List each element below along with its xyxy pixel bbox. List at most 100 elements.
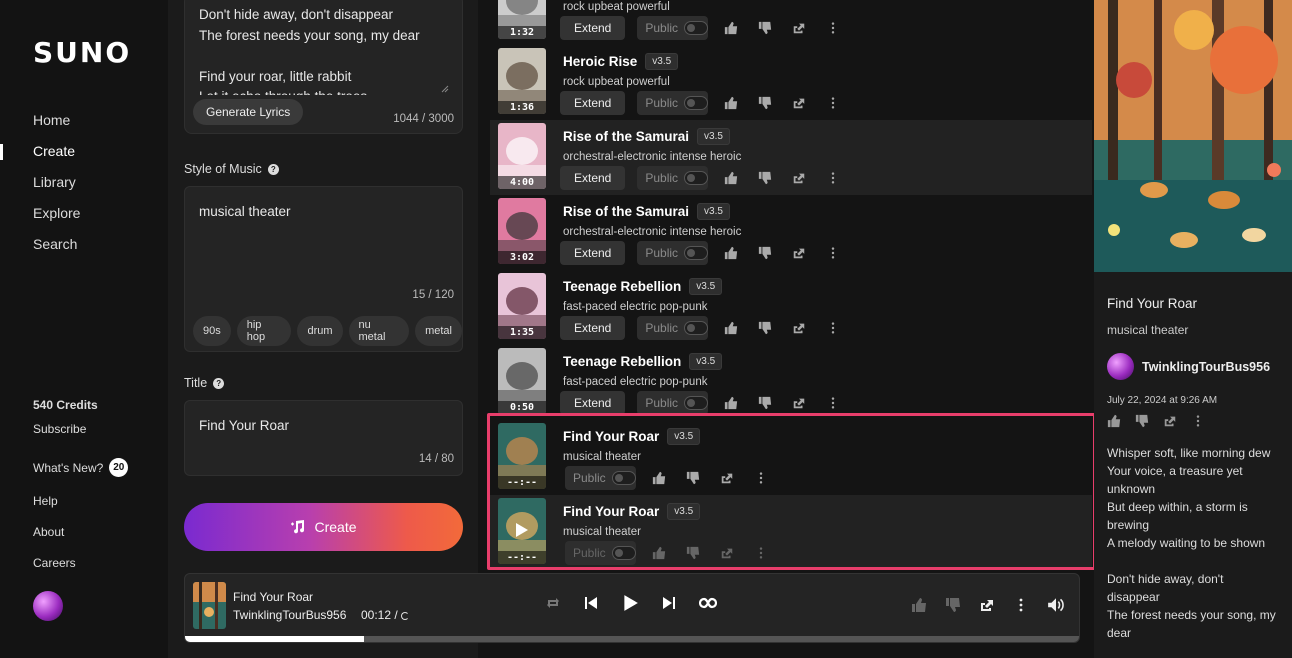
whats-new-link[interactable]: What's New? 20 xyxy=(33,458,129,477)
extend-button[interactable]: Extend xyxy=(560,316,626,340)
extend-button[interactable]: Extend xyxy=(560,91,626,115)
share-icon[interactable] xyxy=(716,542,738,564)
extend-button[interactable]: Extend xyxy=(560,391,626,415)
thumbs-down-icon[interactable] xyxy=(754,392,776,414)
song-row[interactable]: 3:02 Rise of the Samurai v3.5 orchestral-… xyxy=(490,195,1092,270)
song-thumbnail[interactable]: 3:02 xyxy=(498,198,546,264)
song-row[interactable]: 1:32 rock upbeat powerful Extend Public xyxy=(490,0,1092,45)
thumbs-down-icon[interactable] xyxy=(682,467,704,489)
share-icon[interactable] xyxy=(979,597,995,613)
extend-button[interactable]: Extend xyxy=(560,241,626,265)
thumbs-up-icon[interactable] xyxy=(720,317,742,339)
song-thumbnail[interactable]: --:-- xyxy=(498,498,546,564)
song-thumbnail[interactable]: --:-- xyxy=(498,423,546,489)
nav-item-library[interactable]: Library xyxy=(33,174,80,205)
repeat-icon[interactable] xyxy=(545,595,561,611)
create-button[interactable]: Create xyxy=(184,503,463,551)
player-title[interactable]: Find Your Roar xyxy=(233,590,313,604)
public-toggle[interactable]: Public xyxy=(637,391,709,415)
public-toggle[interactable]: Public xyxy=(637,91,709,115)
thumbs-up-icon[interactable] xyxy=(720,392,742,414)
song-thumbnail[interactable]: 1:32 xyxy=(498,0,546,39)
nav-item-create[interactable]: Create xyxy=(33,143,80,174)
public-toggle[interactable]: Public xyxy=(565,466,636,490)
play-icon[interactable] xyxy=(621,594,639,612)
more-icon[interactable] xyxy=(822,392,844,414)
player-thumbnail[interactable] xyxy=(193,582,226,629)
help-icon[interactable]: ? xyxy=(267,163,279,175)
share-icon[interactable] xyxy=(788,167,810,189)
thumbs-up-icon[interactable] xyxy=(911,597,927,613)
toggle-switch[interactable] xyxy=(611,546,636,560)
previous-icon[interactable] xyxy=(583,595,599,611)
song-row[interactable]: 4:00 Rise of the Samurai v3.5 orchestral-… xyxy=(490,120,1092,195)
public-toggle[interactable]: Public xyxy=(637,241,709,265)
thumbs-down-icon[interactable] xyxy=(945,597,961,613)
song-title[interactable]: Rise of the Samurai v3.5 xyxy=(563,203,730,220)
user-avatar[interactable] xyxy=(33,591,63,621)
thumbs-down-icon[interactable] xyxy=(754,92,776,114)
song-thumbnail[interactable]: 0:50 xyxy=(498,348,546,414)
thumbs-up-icon[interactable] xyxy=(720,92,742,114)
help-link[interactable]: Help xyxy=(33,494,58,508)
share-icon[interactable] xyxy=(716,467,738,489)
more-icon[interactable] xyxy=(750,467,772,489)
song-thumbnail[interactable]: 1:35 xyxy=(498,273,546,339)
toggle-switch[interactable] xyxy=(684,171,709,185)
careers-link[interactable]: Careers xyxy=(33,556,76,570)
song-row[interactable]: 0:50 Teenage Rebellion v3.5 fast-paced el… xyxy=(490,345,1092,420)
play-icon[interactable] xyxy=(515,522,529,538)
song-thumbnail[interactable]: 4:00 xyxy=(498,123,546,189)
public-toggle[interactable]: Public xyxy=(637,16,709,40)
thumbs-down-icon[interactable] xyxy=(754,242,776,264)
thumbs-up-icon[interactable] xyxy=(720,17,742,39)
share-icon[interactable] xyxy=(788,242,810,264)
more-icon[interactable] xyxy=(822,317,844,339)
more-icon[interactable] xyxy=(822,92,844,114)
thumbs-up-icon[interactable] xyxy=(648,467,670,489)
toggle-switch[interactable] xyxy=(684,396,709,410)
lyrics-field[interactable]: Don't hide away, don't disappear The for… xyxy=(184,0,463,134)
song-title[interactable]: Rise of the Samurai v3.5 xyxy=(563,128,730,145)
resize-handle-icon[interactable] xyxy=(441,85,449,93)
share-icon[interactable] xyxy=(788,92,810,114)
song-title[interactable]: Teenage Rebellion v3.5 xyxy=(563,353,723,370)
thumbs-down-icon[interactable] xyxy=(1135,414,1149,428)
toggle-switch[interactable] xyxy=(684,96,709,110)
player-user[interactable]: TwinklingTourBus956 xyxy=(233,608,346,622)
thumbs-up-icon[interactable] xyxy=(720,167,742,189)
logo[interactable]: SUNO xyxy=(33,36,131,69)
thumbs-down-icon[interactable] xyxy=(682,542,704,564)
thumbs-down-icon[interactable] xyxy=(754,17,776,39)
loop-icon[interactable] xyxy=(699,597,717,609)
share-icon[interactable] xyxy=(788,317,810,339)
volume-icon[interactable] xyxy=(1047,596,1065,614)
song-title[interactable]: Find Your Roar v3.5 xyxy=(563,428,701,445)
detail-user[interactable]: TwinklingTourBus956 xyxy=(1107,353,1270,380)
thumbs-down-icon[interactable] xyxy=(754,317,776,339)
thumbs-up-icon[interactable] xyxy=(720,242,742,264)
style-chip[interactable]: nu metal xyxy=(348,316,410,346)
song-row[interactable]: --:-- Find Your Roar v3.5 musical theater… xyxy=(490,495,1092,570)
more-icon[interactable] xyxy=(822,17,844,39)
more-icon[interactable] xyxy=(822,242,844,264)
song-title[interactable]: Teenage Rebellion v3.5 xyxy=(563,278,723,295)
next-icon[interactable] xyxy=(661,595,677,611)
extend-button[interactable]: Extend xyxy=(560,16,626,40)
song-title[interactable]: Heroic Rise v3.5 xyxy=(563,53,679,70)
public-toggle[interactable]: Public xyxy=(565,541,636,565)
player-progress-bar[interactable] xyxy=(185,636,1079,642)
title-field[interactable]: Find Your Roar 14 / 80 xyxy=(184,400,463,476)
nav-item-home[interactable]: Home xyxy=(33,112,80,143)
more-icon[interactable] xyxy=(1013,597,1029,613)
thumbs-up-icon[interactable] xyxy=(1107,414,1121,428)
nav-item-explore[interactable]: Explore xyxy=(33,205,80,236)
share-icon[interactable] xyxy=(1163,414,1177,428)
more-icon[interactable] xyxy=(822,167,844,189)
extend-button[interactable]: Extend xyxy=(560,166,626,190)
thumbs-down-icon[interactable] xyxy=(754,167,776,189)
song-thumbnail[interactable]: 1:36 xyxy=(498,48,546,114)
about-link[interactable]: About xyxy=(33,525,64,539)
song-row[interactable]: 1:35 Teenage Rebellion v3.5 fast-paced el… xyxy=(490,270,1092,345)
generate-lyrics-button[interactable]: Generate Lyrics xyxy=(193,99,304,125)
